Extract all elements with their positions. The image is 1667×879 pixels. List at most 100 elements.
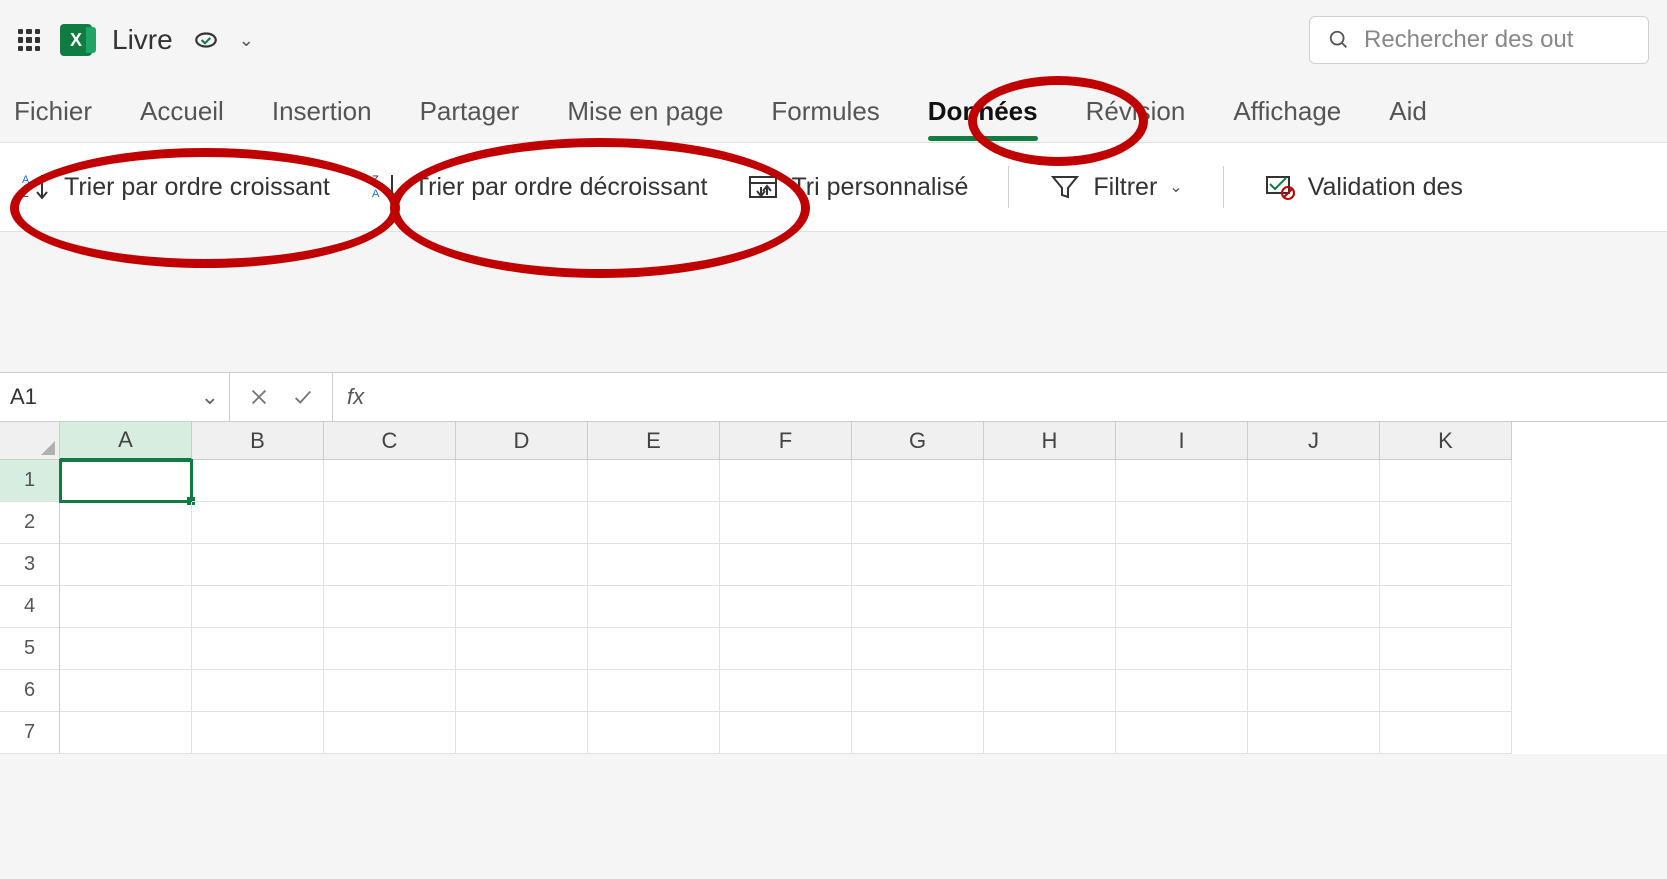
cell[interactable] [852, 628, 984, 670]
cell[interactable] [1116, 628, 1248, 670]
cell[interactable] [456, 460, 588, 502]
cell[interactable] [1116, 502, 1248, 544]
tab-partager[interactable]: Partager [420, 90, 520, 133]
cell[interactable] [192, 544, 324, 586]
cell[interactable] [456, 628, 588, 670]
cell[interactable] [324, 670, 456, 712]
cell[interactable] [192, 586, 324, 628]
confirm-icon[interactable] [292, 386, 314, 408]
cell[interactable] [324, 544, 456, 586]
cell[interactable] [192, 628, 324, 670]
row-header-4[interactable]: 4 [0, 586, 60, 628]
saved-icon[interactable] [193, 27, 219, 53]
cell[interactable] [192, 502, 324, 544]
cell[interactable] [720, 670, 852, 712]
cell[interactable] [588, 544, 720, 586]
cell[interactable] [852, 712, 984, 754]
formula-input[interactable] [378, 373, 1667, 421]
cell[interactable] [1380, 670, 1512, 712]
tab-accueil[interactable]: Accueil [140, 90, 224, 133]
cell[interactable] [1248, 628, 1380, 670]
row-header-1[interactable]: 1 [0, 460, 60, 502]
cell[interactable] [324, 628, 456, 670]
cell[interactable] [60, 544, 192, 586]
cell[interactable] [456, 670, 588, 712]
cell[interactable] [324, 586, 456, 628]
row-header-3[interactable]: 3 [0, 544, 60, 586]
cell[interactable] [1248, 670, 1380, 712]
col-header-b[interactable]: B [192, 422, 324, 460]
cell[interactable] [588, 460, 720, 502]
cell[interactable] [1116, 460, 1248, 502]
col-header-f[interactable]: F [720, 422, 852, 460]
col-header-j[interactable]: J [1248, 422, 1380, 460]
cell[interactable] [324, 502, 456, 544]
cell[interactable] [1248, 502, 1380, 544]
cell[interactable] [1248, 712, 1380, 754]
cell[interactable] [1380, 544, 1512, 586]
cell[interactable] [456, 586, 588, 628]
col-header-e[interactable]: E [588, 422, 720, 460]
cancel-icon[interactable] [248, 386, 270, 408]
cell[interactable] [1248, 586, 1380, 628]
custom-sort-button[interactable]: Tri personnalisé [747, 171, 968, 203]
cell[interactable] [1248, 460, 1380, 502]
cell[interactable] [852, 502, 984, 544]
cell[interactable] [720, 712, 852, 754]
cell[interactable] [588, 502, 720, 544]
cell[interactable] [588, 628, 720, 670]
cell[interactable] [60, 670, 192, 712]
cell[interactable] [60, 712, 192, 754]
tab-insertion[interactable]: Insertion [272, 90, 372, 133]
cell[interactable] [588, 586, 720, 628]
cell[interactable] [720, 460, 852, 502]
tab-mise-en-page[interactable]: Mise en page [567, 90, 723, 133]
fx-label[interactable]: fx [333, 384, 378, 410]
sort-ascending-button[interactable]: AZ Trier par ordre croissant [20, 171, 330, 203]
search-box[interactable]: Rechercher des out [1309, 16, 1649, 64]
document-title[interactable]: Livre [112, 24, 173, 56]
cell[interactable] [1380, 460, 1512, 502]
col-header-k[interactable]: K [1380, 422, 1512, 460]
filter-button[interactable]: Filtrer ⌄ [1049, 171, 1182, 203]
cell[interactable] [1116, 712, 1248, 754]
col-header-c[interactable]: C [324, 422, 456, 460]
cell[interactable] [720, 544, 852, 586]
row-header-6[interactable]: 6 [0, 670, 60, 712]
cell[interactable] [1380, 712, 1512, 754]
name-box[interactable]: A1 ⌄ [0, 373, 230, 421]
cell[interactable] [588, 712, 720, 754]
cell[interactable] [720, 502, 852, 544]
cell[interactable] [984, 460, 1116, 502]
select-all-corner[interactable] [0, 422, 60, 460]
cell[interactable] [1248, 544, 1380, 586]
tab-revision[interactable]: Révision [1086, 90, 1186, 133]
app-launcher-icon[interactable] [18, 29, 40, 51]
cell[interactable] [1116, 586, 1248, 628]
cell[interactable] [324, 460, 456, 502]
row-header-2[interactable]: 2 [0, 502, 60, 544]
cell[interactable] [984, 670, 1116, 712]
tab-affichage[interactable]: Affichage [1233, 90, 1341, 133]
tab-formules[interactable]: Formules [771, 90, 879, 133]
sort-descending-button[interactable]: ZA Trier par ordre décroissant [370, 171, 708, 203]
cell[interactable] [192, 460, 324, 502]
cell-a1[interactable] [60, 460, 192, 502]
cell[interactable] [192, 670, 324, 712]
cell[interactable] [1380, 586, 1512, 628]
cell[interactable] [1116, 544, 1248, 586]
cell[interactable] [456, 544, 588, 586]
cell[interactable] [984, 712, 1116, 754]
cell[interactable] [456, 712, 588, 754]
col-header-h[interactable]: H [984, 422, 1116, 460]
cell[interactable] [60, 628, 192, 670]
cell[interactable] [1380, 502, 1512, 544]
cell[interactable] [1116, 670, 1248, 712]
cell[interactable] [324, 712, 456, 754]
cell[interactable] [852, 586, 984, 628]
row-header-7[interactable]: 7 [0, 712, 60, 754]
cell[interactable] [60, 586, 192, 628]
chevron-down-icon[interactable]: ⌄ [239, 30, 254, 51]
cell[interactable] [984, 502, 1116, 544]
cell[interactable] [852, 670, 984, 712]
